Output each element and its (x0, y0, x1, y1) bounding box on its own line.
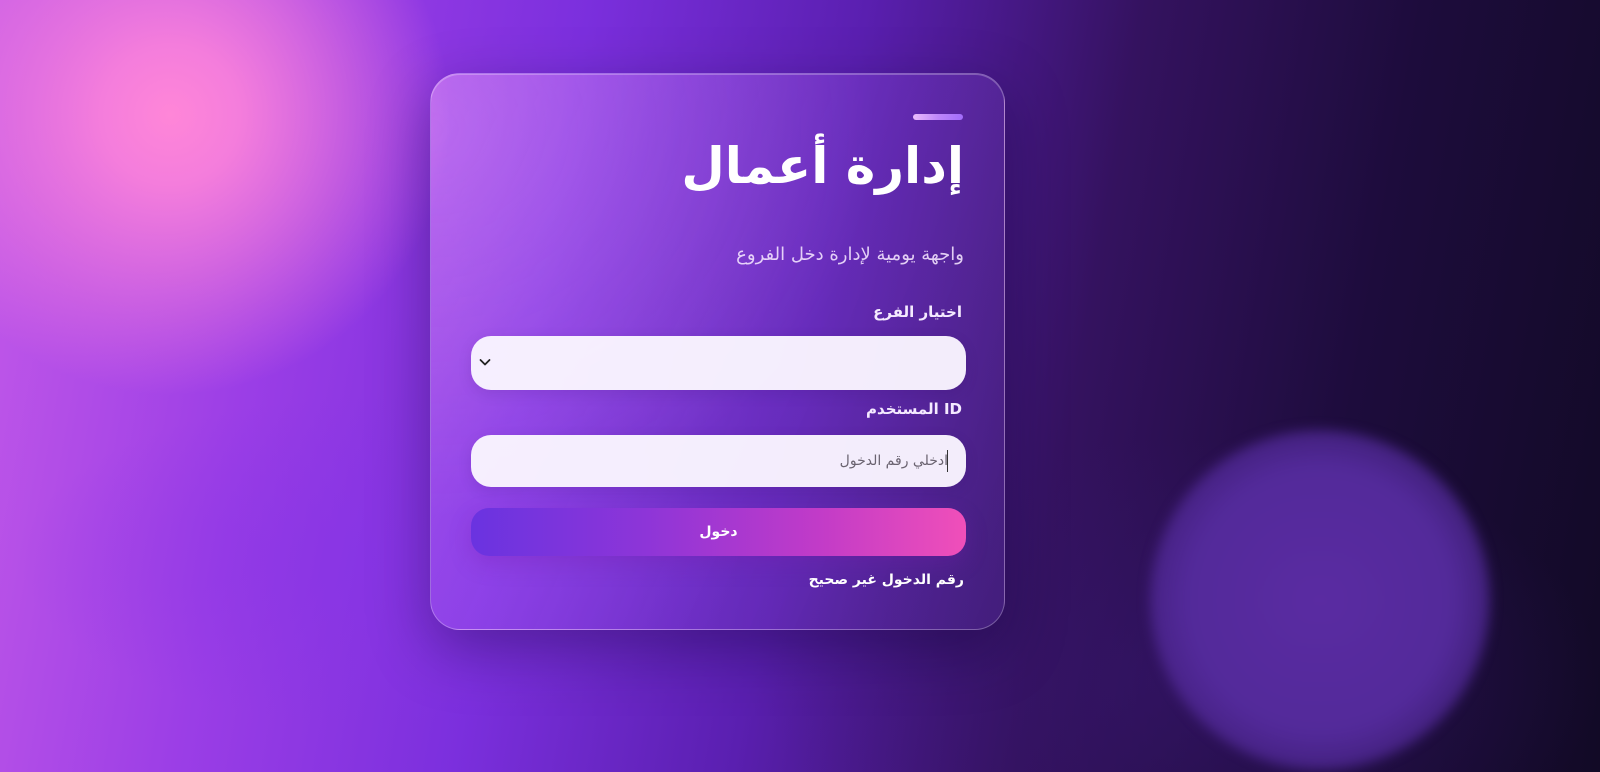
chevron-down-icon (479, 359, 491, 366)
app-title: إدارة أعمال (681, 137, 964, 195)
login-card: إدارة أعمال واجهة يومية لإدارة دخل الفرو… (430, 73, 1005, 630)
branch-select[interactable] (471, 336, 966, 390)
text-caret (947, 450, 948, 472)
login-page: { "brand": { "title": "إدارة أعمال", "su… (0, 0, 1600, 772)
app-subtitle: واجهة يومية لإدارة دخل الفروع (736, 244, 964, 265)
accent-bar (913, 114, 963, 120)
login-button[interactable]: دخول (471, 508, 966, 556)
error-message: رقم الدخول غير صحيح (808, 572, 964, 588)
user-id-label: ID المستخدم (866, 400, 962, 418)
branch-label: اختيار الفرع (873, 303, 962, 321)
user-id-field-wrapper (471, 435, 966, 487)
user-id-input[interactable] (471, 435, 966, 487)
decorative-orb (1150, 430, 1490, 770)
